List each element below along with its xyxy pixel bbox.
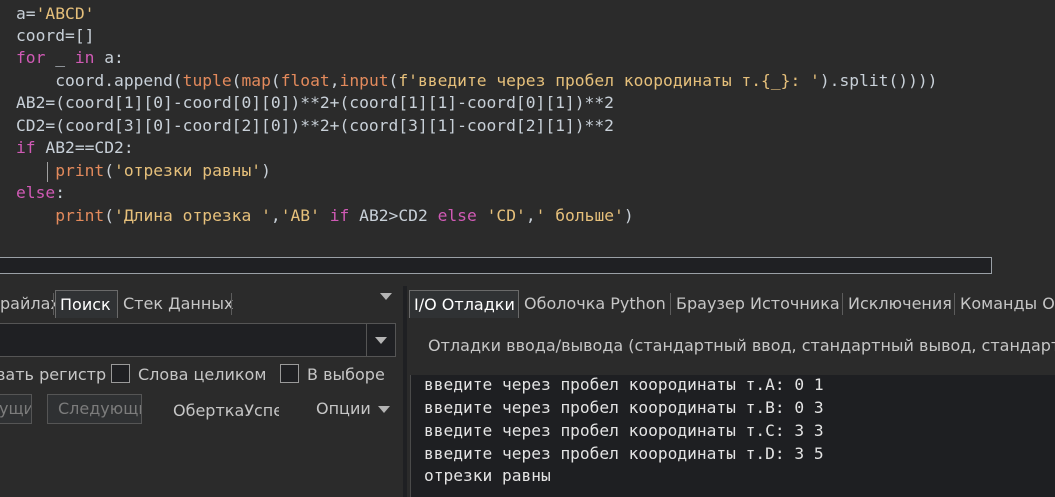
code-token: a: — [94, 48, 124, 67]
code-token: tuple — [182, 71, 232, 90]
tab-source-browser[interactable]: Браузер Источника — [672, 290, 842, 318]
horizontal-scrollbar[interactable] — [0, 257, 992, 274]
wrap-success-label: ОберткаУспе — [173, 401, 279, 420]
in-selection-label: В выборе — [307, 365, 385, 384]
code-token: if — [329, 206, 350, 225]
tab-separator — [954, 293, 955, 315]
code-token: in — [74, 48, 95, 67]
tab-debug-io[interactable]: I/O Отладки — [409, 290, 519, 318]
tab-separator — [231, 293, 232, 315]
code-line[interactable]: print('Длина отрезка ','AB' if AB2>CD2 e… — [16, 205, 634, 227]
code-token: input — [339, 71, 389, 90]
code-line[interactable]: a='ABCD' — [16, 3, 94, 25]
io-output-line: отрезки равны — [424, 466, 551, 485]
tab-in-files[interactable]: райлах — [0, 290, 60, 318]
code-token: CD2=(coord[3][0]-coord[2][0])**2+(coord[… — [16, 116, 614, 135]
code-token: ( — [104, 206, 115, 225]
code-token: _ — [45, 48, 75, 67]
in-selection-checkbox[interactable] — [280, 364, 299, 383]
code-token: else — [16, 183, 56, 202]
code-token: ).split()))) — [819, 71, 938, 90]
code-token: AB2==CD2: — [35, 138, 134, 157]
code-token: 'AB' — [280, 206, 320, 225]
previous-button[interactable]: ущи — [0, 394, 32, 424]
io-output-line: введите через пробел коородинаты т.C: 3 … — [424, 421, 824, 440]
code-line[interactable]: for _ in a: — [16, 47, 124, 69]
options-chevron-icon[interactable] — [378, 406, 390, 413]
code-token: , — [270, 206, 281, 225]
code-token: ( — [270, 71, 281, 90]
next-button[interactable]: Следующи — [47, 394, 142, 424]
splitter-grip[interactable] — [622, 278, 648, 293]
code-token: 'ABCD' — [35, 4, 95, 23]
io-description: Отладки ввода/вывода (стандартный ввод, … — [428, 336, 1055, 355]
code-token: 'Длина отрезка ' — [114, 206, 271, 225]
code-token: else — [437, 206, 477, 225]
code-token: ( — [104, 161, 115, 180]
search-history-dropdown[interactable] — [366, 324, 395, 356]
tab-python-shell[interactable]: Оболочка Python — [520, 290, 670, 318]
tab-search[interactable]: Поиск — [55, 290, 118, 318]
code-line[interactable]: if AB2==CD2: — [16, 137, 134, 159]
code-token: : — [55, 183, 66, 202]
tab-menu-arrow-icon[interactable] — [380, 293, 392, 300]
match-case-label: вать регистр — [0, 365, 107, 384]
whole-words-label: Слова целиком — [138, 365, 267, 384]
code-token: float — [280, 71, 330, 90]
io-output-line: введите через пробел коородинаты т.B: 0 … — [424, 398, 824, 417]
code-token: print — [55, 161, 105, 180]
code-line[interactable]: AB2=(coord[1][0]-coord[0][0])**2+(coord[… — [16, 92, 614, 114]
code-token: ( — [231, 71, 242, 90]
code-token: map — [241, 71, 271, 90]
tab-data-stack[interactable]: Стек Данных — [119, 290, 233, 318]
code-token: 'CD' — [486, 206, 526, 225]
code-token: coord.append( — [16, 71, 183, 90]
code-token: AB2>CD2 — [349, 206, 438, 225]
code-token: AB2=(coord[1][0]-coord[0][0])**2+(coord[… — [16, 93, 614, 112]
code-line[interactable]: else: — [16, 182, 65, 204]
io-output-line: введите через пробел коородинаты т.A: 0 … — [424, 375, 824, 394]
io-output-line: введите через пробел коородинаты т.D: 3 … — [424, 444, 824, 463]
search-input[interactable] — [0, 323, 396, 357]
tab-exceptions[interactable]: Исключения — [844, 290, 954, 318]
whole-words-checkbox[interactable] — [111, 364, 130, 383]
code-token: for — [16, 48, 46, 67]
chevron-down-icon — [375, 337, 387, 344]
code-token: , — [525, 206, 536, 225]
tab-separator — [842, 293, 843, 315]
code-line[interactable]: print('отрезки равны') — [16, 160, 271, 182]
code-token: coord=[] — [16, 26, 95, 45]
code-line[interactable]: coord.append(tuple(map(float,input(f'вве… — [16, 70, 938, 92]
tab-separator — [670, 293, 671, 315]
tab-commands[interactable]: Команды О — [956, 290, 1055, 318]
code-token: f'введите через пробел коородинаты т.{_}… — [398, 71, 820, 90]
code-token: a= — [16, 4, 36, 23]
code-token: ) — [623, 206, 634, 225]
code-editor[interactable]: a='ABCD' coord=[] for _ in a: coord.appe… — [0, 0, 1055, 255]
tab-separator — [53, 293, 54, 315]
code-token: ' больше' — [535, 206, 624, 225]
code-token: 'отрезки равны' — [114, 161, 262, 180]
code-line[interactable]: CD2=(coord[3][0]-coord[2][0])**2+(coord[… — [16, 115, 614, 137]
indent-guide — [47, 162, 48, 182]
code-token: ( — [388, 71, 399, 90]
options-menu[interactable]: Опции — [316, 399, 371, 418]
code-token: if — [16, 138, 36, 157]
code-token: ) — [261, 161, 271, 180]
code-line[interactable]: coord=[] — [16, 25, 94, 47]
code-token: print — [55, 206, 105, 225]
code-token: , — [329, 71, 340, 90]
